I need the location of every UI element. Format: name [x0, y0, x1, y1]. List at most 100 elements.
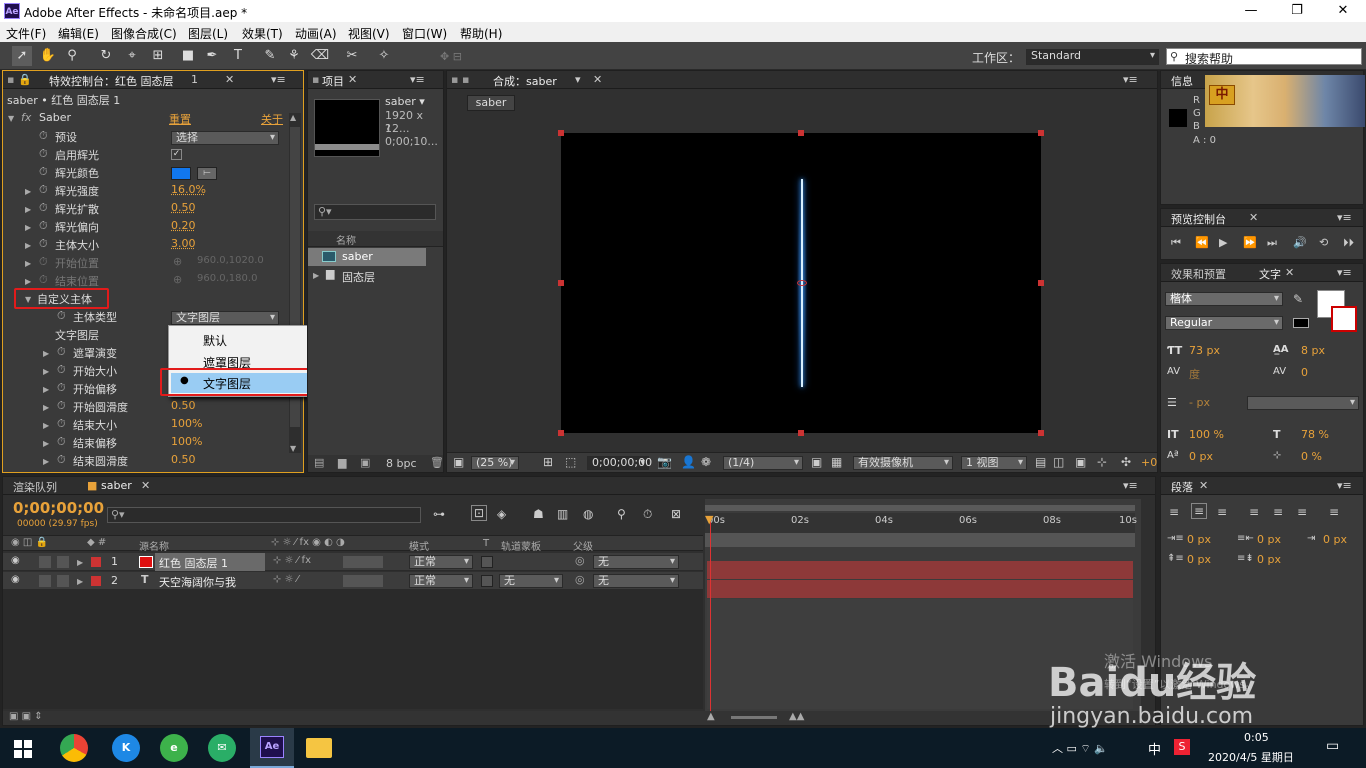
handle-tr[interactable] [1038, 130, 1044, 136]
bit-depth-label[interactable]: 8 bpc [386, 457, 417, 470]
effect-prop-row[interactable]: ⏱ 预设 选择 [3, 129, 303, 147]
pan-tool-icon[interactable]: ⊞ [148, 46, 168, 66]
reset-link[interactable]: 重置 [169, 111, 191, 127]
brush-tool-icon[interactable]: ✎ [260, 46, 280, 66]
stopwatch-icon[interactable]: ⏱ [643, 507, 652, 522]
clock-time[interactable]: 0:05 [1244, 731, 1269, 744]
loop-icon[interactable]: ⟲ [1319, 236, 1328, 249]
text-tool-icon[interactable]: T [228, 46, 248, 66]
popup-option-default[interactable]: 默认 [203, 332, 227, 349]
file-explorer-icon[interactable] [306, 738, 332, 758]
exposure-icon[interactable]: ✣ [1121, 455, 1131, 469]
panel-menu-icon[interactable]: ▾≡ [410, 73, 425, 86]
view-layout-select[interactable]: 1 视图 [961, 456, 1027, 470]
layer-mode-select[interactable]: 正常 [409, 555, 473, 569]
glow-color-swatch[interactable] [171, 167, 191, 180]
align-left-icon[interactable]: ≡ [1169, 505, 1179, 519]
ime-indicator[interactable]: 中 [1148, 739, 1161, 758]
camera-tool-icon[interactable]: ⌖ [122, 46, 142, 66]
effect-prop-row[interactable]: ▶ ⏱ 主体大小 3.00 [3, 237, 303, 255]
handle-tc[interactable] [798, 130, 804, 136]
kerning-value[interactable]: 度 [1189, 366, 1200, 382]
stopwatch-icon[interactable]: ⏱ [39, 147, 48, 161]
effect-prop-value[interactable]: 0.20 [171, 219, 196, 232]
stroke-color-swatch[interactable] [1331, 306, 1357, 332]
chevron-right-icon[interactable]: ▶ [25, 259, 31, 268]
last-frame-icon[interactable]: ⏭ [1267, 236, 1277, 250]
first-frame-icon[interactable]: ⏮ [1171, 236, 1181, 250]
panel-menu-icon[interactable]: ▾≡ [271, 73, 286, 86]
play-icon[interactable]: ▶ [1219, 236, 1227, 249]
handle-ml[interactable] [558, 280, 564, 286]
close-tab-icon[interactable]: ✕ [348, 73, 357, 86]
preserve-transparency-toggle[interactable] [481, 575, 493, 587]
brainstorm-icon[interactable]: ⚲ [617, 507, 626, 521]
layer-1-duration-bar[interactable] [707, 561, 1133, 579]
leading-value[interactable]: 8 px [1301, 344, 1325, 357]
stopwatch-icon[interactable]: ⏱ [39, 273, 48, 287]
stopwatch-icon[interactable]: ⏱ [39, 183, 48, 197]
close-tab-icon[interactable]: ✕ [1199, 479, 1208, 492]
tab-paragraph[interactable]: 段落 [1171, 479, 1193, 495]
chevron-right-icon[interactable]: ▶ [43, 421, 49, 430]
vertical-scale-value[interactable]: 100 % [1189, 428, 1224, 441]
close-tab-icon[interactable]: ✕ [225, 73, 234, 86]
puppet-tool-icon[interactable]: ✧ [374, 46, 394, 66]
show-snapshot-icon[interactable]: 👤 [681, 455, 696, 469]
eyedropper-icon[interactable]: ✎ [1293, 292, 1303, 306]
effect-prop-row[interactable]: ⏱ 启用辉光 ✓ [3, 147, 303, 165]
audio-icon[interactable]: 🔊 [1293, 236, 1307, 249]
custom-prop-value[interactable]: 100% [171, 417, 202, 430]
menu-window[interactable]: 窗口(W) [402, 25, 447, 42]
chevron-right-icon[interactable]: ▶ [43, 439, 49, 448]
align-center-icon[interactable]: ≡ [1191, 503, 1208, 519]
current-time-indicator[interactable] [710, 517, 711, 711]
about-link[interactable]: 关于 [261, 111, 283, 127]
handle-bc[interactable] [798, 430, 804, 436]
effect-prop-value[interactable]: 16.0% [171, 183, 206, 196]
grid-icon[interactable]: ⊞ [543, 455, 553, 469]
parent-select[interactable]: 无 [593, 555, 679, 569]
layer-switches-icons[interactable]: ⊹ ☼ ⁄ fx [273, 555, 311, 566]
zoom-out-icon[interactable]: ▲ [707, 711, 715, 722]
layer-mode-select[interactable]: 正常 [409, 574, 473, 588]
custom-body-prop-row[interactable]: ▶ ⏱ 开始圆滑度 0.50 [3, 399, 303, 417]
tab-effects-control[interactable]: 特效控制台：红色 固态层 [49, 73, 174, 89]
draft-3d-icon[interactable]: ◈ [497, 507, 506, 521]
layer-row[interactable]: ◉ ▶ 2 T 天空海阔你与我 ⊹ ☼ ⁄ 正常 无 ◎ 无 [3, 572, 703, 590]
tab-effects-presets[interactable]: 效果和预置 [1171, 266, 1226, 282]
chevron-right-icon[interactable]: ▶ [25, 277, 31, 286]
layer-name[interactable]: 天空海阔你与我 [155, 572, 265, 590]
close-tab-icon[interactable]: ✕ [593, 73, 602, 86]
body-type-select[interactable]: 文字图层 [171, 311, 279, 325]
chevron-right-icon[interactable]: ▶ [43, 367, 49, 376]
stopwatch-icon[interactable]: ⏱ [57, 417, 66, 431]
custom-body-prop-row[interactable]: ▶ ⏱ 结束偏移 100% [3, 435, 303, 453]
chevron-right-icon[interactable]: ▶ [43, 457, 49, 466]
kugou-icon[interactable]: K [112, 734, 140, 762]
project-item-solids[interactable]: ▶ ▆ 固态层 [308, 267, 443, 285]
rotate-tool-icon[interactable]: ↻ [96, 46, 116, 66]
tab-info[interactable]: 信息 [1171, 73, 1193, 89]
black-swatch[interactable] [1293, 318, 1309, 328]
menu-composition[interactable]: 图像合成(C) [111, 25, 177, 42]
panel-menu-icon[interactable]: ▾≡ [1337, 479, 1352, 492]
zoom-tool-icon[interactable]: ⚲ [62, 46, 82, 66]
space-before-value[interactable]: 0 px [1187, 553, 1211, 566]
preserve-transparency-toggle[interactable] [481, 556, 493, 568]
new-folder-icon[interactable]: ▆ [338, 456, 346, 469]
justify-center-icon[interactable]: ≡ [1273, 505, 1283, 519]
time-ruler[interactable]: 00s 02s 04s 06s 08s 10s [705, 513, 1137, 533]
solo-toggle[interactable] [39, 575, 51, 587]
prev-frame-icon[interactable]: ⏪ [1195, 236, 1209, 249]
lock-icon[interactable]: ▪ 🔒 [7, 73, 32, 86]
stopwatch-icon[interactable]: ⏱ [57, 381, 66, 395]
shy-icon[interactable]: ☗ [533, 507, 544, 521]
eye-icon[interactable]: ◉ [11, 555, 20, 566]
frame-blend-icon[interactable]: ▥ [557, 507, 568, 521]
eraser-tool-icon[interactable]: ⌫ [310, 46, 330, 66]
timeline-zoom-slider[interactable] [731, 716, 777, 719]
fast-preview-icon[interactable]: ▣ [811, 455, 822, 469]
justify-right-icon[interactable]: ≡ [1297, 505, 1307, 519]
effect-prop-row[interactable]: ⏱ 辉光颜色 ⟝ [3, 165, 303, 183]
